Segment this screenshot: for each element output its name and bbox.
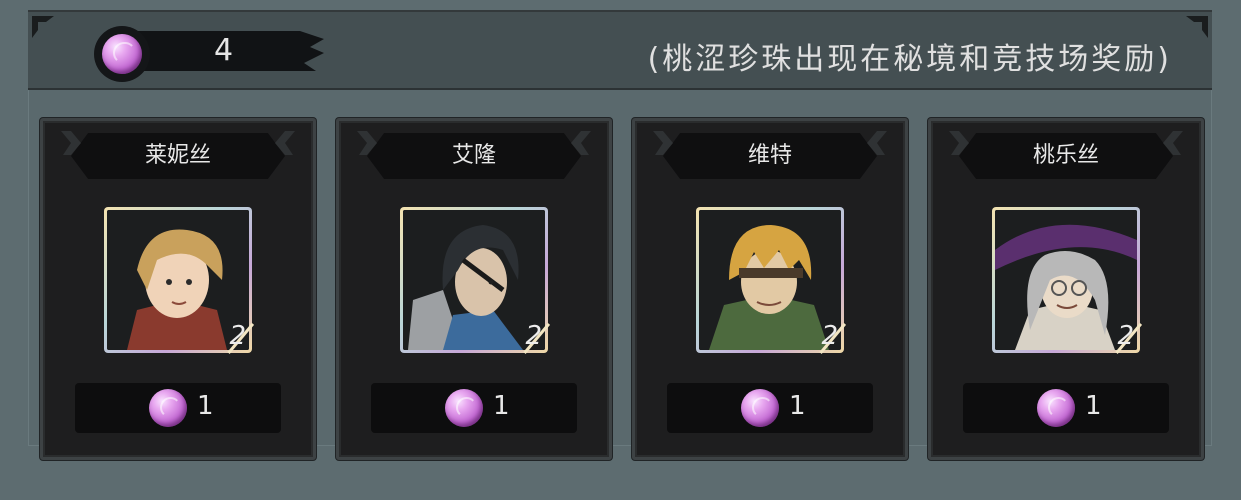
pink-pearl-icon (102, 34, 142, 74)
pink-pearl-icon (445, 389, 483, 427)
character-card[interactable]: 维特 2 1 (632, 118, 908, 460)
character-name: 艾隆 (451, 143, 496, 168)
cost-button[interactable]: 1 (963, 383, 1169, 433)
cost-button[interactable]: 1 (75, 383, 281, 433)
character-card[interactable]: 艾隆 2 1 (336, 118, 612, 460)
cost-value: 1 (789, 391, 806, 421)
cost-value: 1 (197, 391, 214, 421)
character-name: 莱妮丝 (144, 143, 211, 168)
character-name: 维特 (747, 143, 792, 168)
character-avatar-icon (699, 210, 841, 350)
character-card[interactable]: 桃乐丝 2 1 (928, 118, 1204, 460)
character-portrait: 2 (992, 207, 1143, 354)
currency-display: 4 (94, 26, 324, 82)
character-level: 2 (1117, 321, 1134, 351)
character-portrait: 2 (400, 207, 551, 354)
character-level: 2 (525, 321, 542, 351)
character-name: 桃乐丝 (1032, 143, 1099, 168)
pink-pearl-icon (149, 389, 187, 427)
cost-value: 1 (1085, 391, 1102, 421)
source-note: (桃涩珍珠出现在秘境和竞技场奖励) (647, 42, 1172, 77)
character-avatar-icon (107, 210, 249, 350)
corner-ornament-icon (32, 16, 54, 38)
character-card[interactable]: 莱妮丝 2 1 (40, 118, 316, 460)
pink-pearl-icon (741, 389, 779, 427)
character-portrait: 2 (104, 207, 255, 354)
character-avatar-icon (403, 210, 545, 350)
currency-count: 4 (214, 33, 234, 68)
character-level: 2 (229, 321, 246, 351)
character-avatar-icon (995, 210, 1137, 350)
cost-button[interactable]: 1 (371, 383, 577, 433)
header-bar: 4 (桃涩珍珠出现在秘境和竞技场奖励) (28, 10, 1212, 90)
pink-pearl-icon (1037, 389, 1075, 427)
cost-value: 1 (493, 391, 510, 421)
cost-button[interactable]: 1 (667, 383, 873, 433)
corner-ornament-icon (1186, 16, 1208, 38)
currency-coin (94, 26, 150, 82)
character-portrait: 2 (696, 207, 847, 354)
character-level: 2 (821, 321, 838, 351)
